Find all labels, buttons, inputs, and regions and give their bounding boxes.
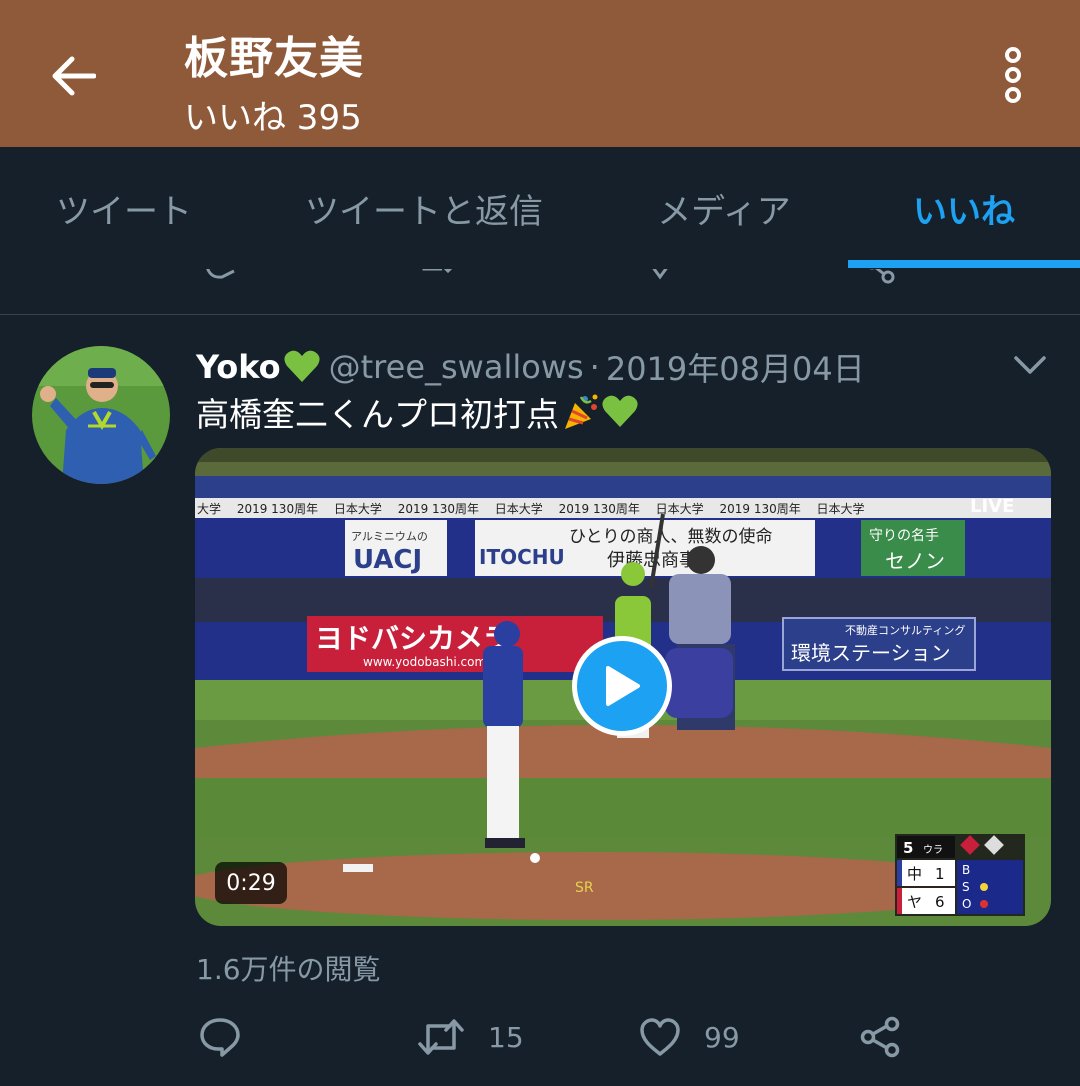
tweet[interactable]: Yoko @tree_swallows · 2019年08月04日 高橋奎二くん… [0, 316, 1080, 1086]
svg-text:大学 2019 130周年 日本大学 2019 130: 大学 2019 130周年 日本大学 2019 130周年 日本大学 2019 … [197, 501, 865, 516]
green-heart-icon [284, 350, 320, 382]
more-vertical-icon [1005, 47, 1021, 103]
likes-count: いいね 395 [184, 98, 362, 138]
author-handle[interactable]: @tree_swallows [329, 348, 584, 386]
team1-score: 1 [935, 865, 945, 883]
tweet-menu-button[interactable] [1010, 350, 1050, 380]
retweet-count: 15 [488, 1020, 524, 1054]
tweet-text: 高橋奎二くんプロ初打点 [196, 395, 559, 434]
like-button[interactable]: 99 [638, 1012, 740, 1062]
svg-text:環境ステーション: 環境ステーション [791, 641, 951, 665]
tab-tweets[interactable]: ツイート [0, 147, 248, 269]
team1-name: 中 [907, 865, 922, 883]
tweet-text-row: 高橋奎二くんプロ初打点 [196, 390, 639, 434]
back-button[interactable] [44, 48, 102, 104]
svg-text:LIVE: LIVE [970, 496, 1014, 517]
share-button[interactable] [858, 1012, 902, 1062]
reply-icon [206, 269, 235, 279]
team2-name: ヤ [907, 893, 922, 911]
chevron-down-icon [1014, 356, 1046, 374]
party-popper-icon [565, 394, 598, 429]
share-icon [860, 1016, 900, 1058]
svg-text:O: O [962, 897, 971, 911]
share-icon [869, 269, 895, 284]
svg-text:ひとりの商人、無数の使命: ひとりの商人、無数の使命 [569, 526, 773, 547]
tab-likes[interactable]: いいね [848, 147, 1080, 269]
like-count: 99 [704, 1020, 740, 1054]
svg-text:SR: SR [575, 880, 594, 896]
app-bar: 板野友美 いいね 395 [0, 0, 1080, 147]
tweet-actions: 15 99 [0, 1012, 1080, 1062]
svg-text:セノン: セノン [885, 549, 945, 573]
svg-text:伊藤忠商事: 伊藤忠商事 [607, 550, 697, 571]
play-button[interactable] [572, 636, 672, 736]
author-name[interactable]: Yoko [196, 348, 281, 386]
profile-tabs: ツイート ツイートと返信 メディア いいね [0, 147, 1080, 269]
svg-text:ITOCHU: ITOCHU [479, 545, 565, 569]
svg-text:守りの名手: 守りの名手 [869, 528, 939, 544]
svg-text:www.yodobashi.com: www.yodobashi.com [363, 655, 486, 669]
retweet-icon [422, 269, 453, 274]
previous-tweet-actions [0, 269, 1080, 315]
more-options-button[interactable] [990, 44, 1036, 106]
heart-icon [652, 269, 668, 280]
view-count: 1.6万件の閲覧 [196, 953, 381, 986]
retweet-button[interactable]: 15 [416, 1012, 524, 1062]
svg-text:ヨドバシカメラ: ヨドバシカメラ [315, 622, 511, 655]
svg-text:アルミニウムの: アルミニウムの [351, 530, 428, 543]
tab-tweets-and-replies[interactable]: ツイートと返信 [248, 147, 600, 269]
separator: · [589, 348, 600, 386]
retweet-icon [418, 1019, 464, 1055]
reply-button[interactable] [198, 1012, 242, 1062]
svg-text:S: S [962, 880, 970, 894]
avatar[interactable] [32, 346, 170, 484]
tweet-date: 2019年08月04日 [605, 350, 865, 388]
team2-score: 6 [935, 893, 945, 911]
active-tab-indicator [848, 260, 1080, 268]
reply-icon [200, 1018, 240, 1057]
profile-name: 板野友美 [184, 33, 364, 84]
tab-media[interactable]: メディア [600, 147, 848, 269]
play-icon [606, 666, 640, 706]
heart-icon [640, 1018, 680, 1056]
video-duration: 0:29 [215, 862, 287, 904]
arrow-left-icon [52, 56, 96, 96]
svg-text:B: B [962, 863, 970, 877]
svg-text:UACJ: UACJ [353, 545, 422, 575]
tweet-header: Yoko @tree_swallows · 2019年08月04日 [196, 346, 865, 388]
video-player[interactable]: 大学 2019 130周年 日本大学 2019 130周年 日本大学 2019 … [195, 448, 1051, 926]
inning-number: 5 [903, 839, 913, 857]
svg-text:不動産コンサルティング: 不動産コンサルティング [845, 623, 965, 637]
green-heart-icon [602, 395, 638, 427]
inning-half: ウラ [923, 844, 943, 856]
